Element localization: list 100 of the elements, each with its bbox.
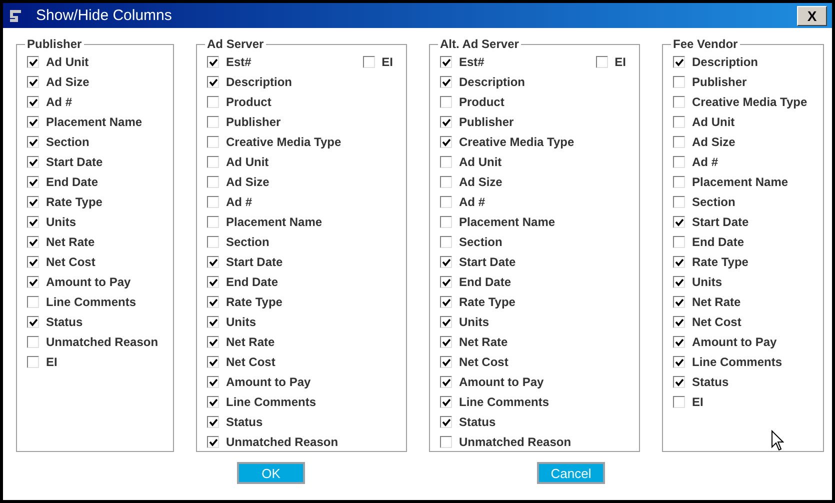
checkbox-label: Placement Name — [46, 115, 142, 129]
checkbox[interactable] — [207, 376, 219, 388]
checkbox[interactable] — [440, 316, 452, 328]
checkbox[interactable] — [27, 176, 39, 188]
ok-button[interactable]: OK — [237, 462, 305, 484]
checkbox[interactable] — [440, 236, 452, 248]
checkbox-label: EI — [614, 55, 626, 69]
checkbox[interactable] — [27, 156, 39, 168]
group-title: Fee Vendor — [672, 37, 739, 51]
checkbox[interactable] — [673, 56, 685, 68]
checkbox[interactable] — [440, 156, 452, 168]
checkbox-label: Ad # — [46, 95, 72, 109]
checkbox[interactable] — [673, 296, 685, 308]
checkbox[interactable] — [440, 336, 452, 348]
checkbox-label: Ad Unit — [46, 55, 89, 69]
checkbox[interactable] — [673, 316, 685, 328]
checkbox[interactable] — [27, 296, 39, 308]
checkbox[interactable] — [362, 56, 375, 68]
checkbox[interactable] — [27, 136, 39, 148]
checkbox[interactable] — [207, 316, 219, 328]
checkbox[interactable] — [440, 136, 452, 148]
checkbox[interactable] — [27, 276, 39, 288]
checkbox[interactable] — [207, 156, 219, 168]
checkbox-label: EI — [692, 395, 704, 409]
checkbox-label: Line Comments — [692, 355, 782, 369]
checkbox[interactable] — [27, 56, 39, 68]
checkbox[interactable] — [673, 376, 685, 388]
checkbox[interactable] — [673, 396, 685, 408]
checkbox[interactable] — [440, 96, 452, 108]
checkbox[interactable] — [440, 416, 452, 428]
checkbox[interactable] — [27, 196, 39, 208]
checkbox[interactable] — [207, 56, 219, 68]
checkbox[interactable] — [673, 116, 685, 128]
checkbox[interactable] — [207, 336, 219, 348]
checkbox[interactable] — [27, 96, 39, 108]
checkbox[interactable] — [673, 136, 685, 148]
checkbox-label: Net Cost — [692, 315, 742, 329]
checkbox[interactable] — [673, 196, 685, 208]
checkbox-label: Status — [46, 315, 83, 329]
checkbox[interactable] — [440, 116, 452, 128]
checkbox[interactable] — [27, 116, 39, 128]
checkbox[interactable] — [440, 296, 452, 308]
checkbox[interactable] — [27, 336, 39, 348]
checkbox[interactable] — [673, 96, 685, 108]
checkbox-label: Ad Size — [46, 75, 90, 89]
checkbox[interactable] — [207, 256, 219, 268]
checkbox[interactable] — [207, 236, 219, 248]
checkbox[interactable] — [207, 276, 219, 288]
checkbox[interactable] — [207, 436, 219, 448]
checkbox[interactable] — [673, 236, 685, 248]
checkbox[interactable] — [27, 236, 39, 248]
checkbox[interactable] — [673, 156, 685, 168]
checkbox[interactable] — [440, 256, 452, 268]
checkbox-label: Product — [459, 95, 504, 109]
checkbox[interactable] — [440, 436, 452, 448]
checkbox-label: Est# — [226, 55, 252, 69]
checkbox-label: Units — [692, 275, 722, 289]
checkbox[interactable] — [207, 396, 219, 408]
checkbox[interactable] — [440, 216, 452, 228]
checkbox[interactable] — [673, 336, 685, 348]
checkbox-label: Units — [226, 315, 256, 329]
close-button[interactable]: X — [797, 6, 827, 26]
checkbox-label: Unmatched Reason — [46, 335, 158, 349]
checkbox[interactable] — [673, 76, 685, 88]
checkbox[interactable] — [440, 196, 452, 208]
checkbox[interactable] — [207, 196, 219, 208]
checkbox[interactable] — [207, 416, 219, 428]
checkbox[interactable] — [27, 356, 39, 368]
checkbox[interactable] — [673, 176, 685, 188]
checkbox[interactable] — [207, 296, 219, 308]
checkbox-label: Amount to Pay — [692, 335, 777, 349]
checkbox[interactable] — [207, 96, 219, 108]
checkbox[interactable] — [440, 176, 452, 188]
checkbox[interactable] — [440, 356, 452, 368]
checkbox-label: Status — [459, 415, 496, 429]
checkbox[interactable] — [440, 76, 452, 88]
checkbox[interactable] — [673, 256, 685, 268]
checkbox[interactable] — [207, 176, 219, 188]
checkbox[interactable] — [207, 356, 219, 368]
checkbox[interactable] — [27, 216, 39, 228]
checkbox[interactable] — [207, 216, 219, 228]
checkbox[interactable] — [440, 376, 452, 388]
checkbox[interactable] — [440, 56, 452, 68]
checkbox[interactable] — [207, 116, 219, 128]
checkbox[interactable] — [673, 216, 685, 228]
checkbox[interactable] — [440, 276, 452, 288]
checkbox-label: Description — [459, 75, 526, 89]
checkbox[interactable] — [673, 356, 685, 368]
checkbox[interactable] — [673, 276, 685, 288]
checkbox[interactable] — [440, 396, 452, 408]
cancel-button[interactable]: Cancel — [537, 462, 605, 484]
checkbox[interactable] — [207, 136, 219, 148]
checkbox-label: Net Cost — [226, 355, 276, 369]
checkbox[interactable] — [207, 76, 219, 88]
checkbox-label: Start Date — [459, 255, 516, 269]
checkbox[interactable] — [596, 56, 608, 68]
checkbox[interactable] — [27, 256, 39, 268]
checkbox[interactable] — [27, 316, 39, 328]
checkbox[interactable] — [27, 76, 39, 88]
checkbox-label: Rate Type — [46, 195, 102, 209]
